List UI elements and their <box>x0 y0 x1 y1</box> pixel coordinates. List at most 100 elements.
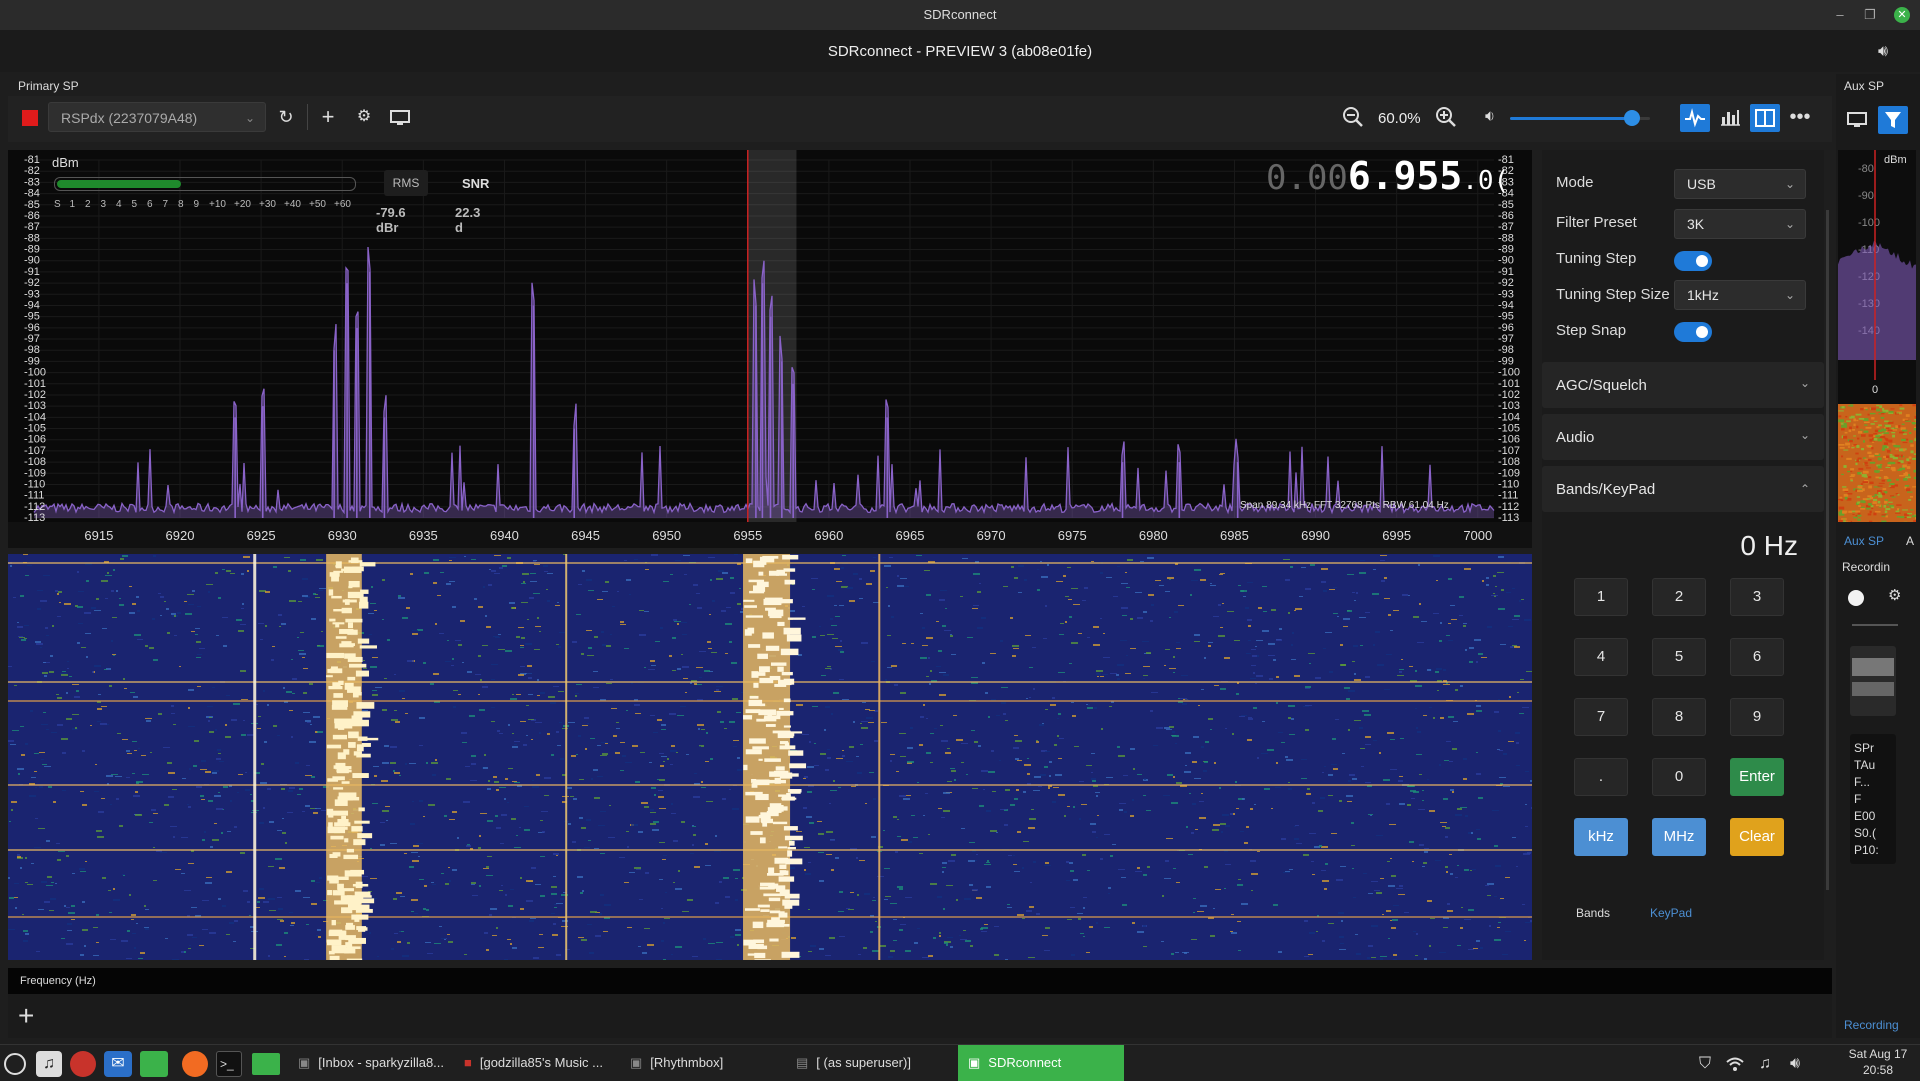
aux-waterfall-noise <box>1903 449 1905 451</box>
waterfall-display[interactable] <box>8 554 1532 960</box>
step-snap-toggle[interactable] <box>1674 322 1712 342</box>
settings-icon[interactable]: ⚙ <box>350 103 378 131</box>
taskbar-window-sdrconnect[interactable]: ▣SDRconnect <box>958 1045 1124 1081</box>
window-icon: ▣ <box>968 1055 980 1070</box>
tuning-step-toggle[interactable] <box>1674 251 1712 271</box>
stop-button[interactable] <box>22 110 38 126</box>
khz-button[interactable]: kHz <box>1574 818 1628 856</box>
waterfall-noise <box>685 692 687 693</box>
tuning-step-size-select[interactable]: 1kHz⌄ <box>1674 280 1806 310</box>
recording-tab[interactable]: Recording <box>1844 1018 1899 1032</box>
record-button[interactable] <box>1848 590 1864 606</box>
waterfall-noise <box>540 895 545 897</box>
key-1[interactable]: 1 <box>1574 578 1628 616</box>
tab-keypad[interactable]: KeyPad <box>1650 906 1692 920</box>
mode-select[interactable]: USB⌄ <box>1674 169 1806 199</box>
mail-app-icon[interactable]: ✉ <box>104 1051 132 1077</box>
waterfall-noise <box>290 925 294 926</box>
control-panel-scrollbar[interactable] <box>1826 210 1829 890</box>
music-tray-icon[interactable]: ♫ <box>1754 1053 1776 1075</box>
folder-app-icon[interactable] <box>252 1053 280 1075</box>
waterfall-noise <box>1235 781 1237 783</box>
volume-slider[interactable] <box>1510 117 1650 120</box>
key-9[interactable]: 9 <box>1730 698 1784 736</box>
waterfall-noise <box>184 890 191 891</box>
shield-icon[interactable]: ⛉ <box>1694 1053 1716 1075</box>
aux-spectrum[interactable]: -80-90-100-110-120-130-140 dBm 0 <box>1838 150 1916 446</box>
key-3[interactable]: 3 <box>1730 578 1784 616</box>
recording-settings-icon[interactable]: ⚙ <box>1888 586 1901 604</box>
waterfall-noise <box>381 780 388 782</box>
section-bands-keypad[interactable]: Bands/KeyPad⌃ <box>1542 466 1824 512</box>
aux-filter-button[interactable] <box>1878 106 1908 134</box>
taskbar-window-rhythmbox[interactable]: ▣[Rhythmbox] <box>630 1045 723 1081</box>
waterfall-noise <box>471 755 476 757</box>
monitor-icon[interactable] <box>388 108 412 128</box>
menu-icon[interactable] <box>4 1053 26 1075</box>
mhz-button[interactable]: MHz <box>1652 818 1706 856</box>
waterfall-noise <box>390 843 397 844</box>
files-app-icon[interactable] <box>140 1051 168 1077</box>
restore-icon[interactable]: ❐ <box>1862 7 1878 23</box>
firefox-app-icon[interactable] <box>182 1051 208 1077</box>
terminal-app-icon[interactable]: >_ <box>216 1051 242 1077</box>
waterfall-noise <box>241 699 248 700</box>
volume-slider-knob[interactable] <box>1624 110 1640 126</box>
histogram-icon[interactable] <box>1715 104 1745 132</box>
volume-icon[interactable]: 🔉︎ <box>1476 103 1504 131</box>
enter-button[interactable]: Enter <box>1730 758 1784 796</box>
volume-tray-icon[interactable]: 🔊︎ <box>1784 1053 1806 1075</box>
section-audio[interactable]: Audio⌄ <box>1542 414 1824 460</box>
key-0[interactable]: 0 <box>1652 758 1706 796</box>
waterfall-noise <box>411 911 414 912</box>
strawberry-app-icon[interactable] <box>70 1051 96 1077</box>
add-panel-icon[interactable]: + <box>18 1000 34 1032</box>
aux-tab[interactable]: Aux SP <box>1844 534 1884 548</box>
key-7[interactable]: 7 <box>1574 698 1628 736</box>
waterfall-noise <box>316 559 323 561</box>
more-options-icon[interactable]: ••• <box>1786 103 1814 131</box>
device-select[interactable]: RSPdx (2237079A48) ⌄ <box>48 102 266 132</box>
aux-waterfall[interactable] <box>1838 404 1916 522</box>
waterfall-noise <box>1014 735 1018 736</box>
wifi-icon[interactable] <box>1724 1053 1746 1075</box>
refresh-icon[interactable]: ↻ <box>272 103 300 131</box>
key-6[interactable]: 6 <box>1730 638 1784 676</box>
waterfall-noise <box>1172 731 1175 733</box>
taskbar-window-music[interactable]: ■[godzilla85's Music ... <box>464 1045 603 1081</box>
x-tick-label: 6995 <box>1382 528 1411 543</box>
zoom-out-icon[interactable] <box>1339 103 1367 131</box>
taskbar-window-inbox[interactable]: ▣[Inbox - sparkyzilla8... <box>298 1045 444 1081</box>
taskbar-window-superuser[interactable]: ▤[ (as superuser)] <box>796 1045 911 1081</box>
waterfall-noise <box>975 860 977 861</box>
waterfall-noise <box>1055 774 1062 776</box>
key-decimal[interactable]: . <box>1574 758 1628 796</box>
section-agc-squelch[interactable]: AGC/Squelch⌄ <box>1542 362 1824 408</box>
speaker-icon[interactable]: 🔊︎ <box>1878 43 1888 61</box>
clear-button[interactable]: Clear <box>1730 818 1784 856</box>
waterfall-noise <box>804 847 810 848</box>
close-icon[interactable]: ✕ <box>1894 7 1910 23</box>
aux-waterfall-noise <box>1871 423 1875 425</box>
waterfall-noise <box>98 811 104 813</box>
spectrum-view-button[interactable] <box>1680 104 1710 132</box>
layout-split-button[interactable] <box>1750 104 1780 132</box>
add-icon[interactable]: + <box>314 103 342 131</box>
filter-preset-select[interactable]: 3K⌄ <box>1674 209 1806 239</box>
key-5[interactable]: 5 <box>1652 638 1706 676</box>
waterfall-noise <box>1143 666 1150 667</box>
key-4[interactable]: 4 <box>1574 638 1628 676</box>
music-app-icon[interactable]: ♫ <box>36 1051 62 1077</box>
tab-bands[interactable]: Bands <box>1576 906 1610 920</box>
waterfall-noise <box>900 924 906 925</box>
aux-tab-2[interactable]: A <box>1906 534 1914 548</box>
aux-waterfall-noise <box>1850 471 1852 472</box>
key-2[interactable]: 2 <box>1652 578 1706 616</box>
frequency-readout[interactable]: 0.006.955.0( <box>1266 154 1509 198</box>
minimize-icon[interactable]: – <box>1832 7 1848 23</box>
waterfall-noise <box>1220 688 1226 690</box>
aux-monitor-icon[interactable] <box>1846 110 1868 130</box>
key-8[interactable]: 8 <box>1652 698 1706 736</box>
rms-button[interactable]: RMS <box>384 170 428 196</box>
zoom-in-icon[interactable] <box>1432 103 1460 131</box>
